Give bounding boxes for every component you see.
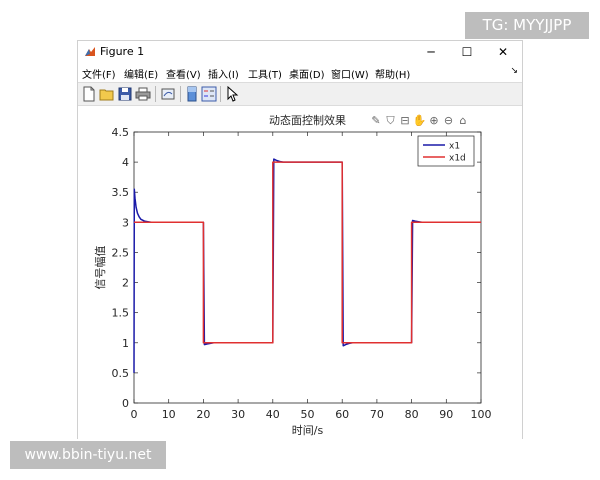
x-tick-label: 0 — [131, 408, 138, 421]
menu-edit[interactable]: 编辑(E) — [124, 66, 158, 81]
figure-window: Figure 1 ─ ☐ ✕ 文件(F) 编辑(E) 查看(V) 插入(I) 工… — [77, 40, 523, 440]
x-tick-label: 90 — [439, 408, 453, 421]
y-tick-label: 4.5 — [112, 126, 130, 139]
y-tick-label: 0 — [122, 397, 129, 410]
brush-icon: ✎ — [371, 114, 380, 127]
window-title: Figure 1 — [100, 45, 145, 58]
data-tips-icon: ⛉ — [386, 114, 395, 127]
x-tick-label: 60 — [335, 408, 349, 421]
y-tick-label: 3 — [122, 216, 129, 229]
insert-colorbar-icon[interactable] — [184, 86, 200, 102]
y-tick-label: 3.5 — [112, 186, 130, 199]
maximize-button[interactable]: ☐ — [450, 42, 484, 62]
pan-icon: ✋ — [413, 114, 427, 127]
close-button[interactable]: ✕ — [486, 42, 520, 62]
menu-window[interactable]: 窗口(W) — [331, 66, 369, 81]
title-bar: Figure 1 ─ ☐ ✕ — [78, 41, 522, 63]
zoom-in-icon: ⊕ — [429, 114, 438, 127]
x-tick-label: 30 — [231, 408, 245, 421]
x-axis-label: 时间/s — [292, 424, 324, 437]
open-file-icon[interactable] — [99, 86, 115, 102]
figure-toolbar — [78, 82, 522, 106]
link-plot-icon[interactable] — [160, 86, 176, 102]
watermark-top-right: TG: MYYJJPP — [465, 12, 589, 39]
legend-label-x1d: x1d — [449, 154, 466, 164]
insert-legend-icon[interactable] — [201, 86, 217, 102]
zoom-out-icon: ⊖ — [444, 114, 453, 127]
menu-bar: 文件(F) 编辑(E) 查看(V) 插入(I) 工具(T) 桌面(D) 窗口(W… — [78, 63, 522, 82]
x-tick-label: 70 — [370, 408, 384, 421]
plot-area: 动态面控制效果 ✎ ⛉ ⊟ ✋ ⊕ ⊖ ⌂ 0 10 20 30 40 50 60 70 80 90 100 0 0.5… — [78, 106, 522, 440]
x-tick-label: 100 — [471, 408, 492, 421]
x-tick-label: 50 — [301, 408, 315, 421]
chart-title: 动态面控制效果 — [269, 113, 346, 127]
menu-tools[interactable]: 工具(T) — [248, 66, 282, 81]
x-tick-label: 80 — [405, 408, 419, 421]
menu-insert[interactable]: 插入(I) — [208, 66, 239, 81]
watermark-bottom-left: www.bbin-tiyu.net — [10, 441, 166, 469]
y-tick-label: 1 — [122, 337, 129, 350]
line-chart: 动态面控制效果 ✎ ⛉ ⊟ ✋ ⊕ ⊖ ⌂ 0 10 20 30 40 50 60 70 80 90 100 0 0.5… — [94, 113, 492, 437]
x-tick-label: 20 — [196, 408, 210, 421]
toolbar-separator — [155, 86, 156, 102]
y-tick-label: 2 — [122, 277, 129, 290]
x-tick-label: 10 — [162, 408, 176, 421]
y-axis-label: 信号幅值 — [94, 246, 107, 290]
plot-box — [133, 131, 482, 404]
pointer-icon[interactable] — [224, 86, 240, 102]
toolbar-separator — [220, 86, 221, 102]
y-tick-label: 0.5 — [112, 367, 130, 380]
x-tick-label: 40 — [266, 408, 280, 421]
new-figure-icon[interactable] — [81, 86, 97, 102]
menu-file[interactable]: 文件(F) — [82, 66, 116, 81]
print-icon[interactable] — [135, 86, 151, 102]
home-icon: ⌂ — [460, 114, 467, 127]
dock-arrow-icon[interactable]: ↘ — [510, 66, 518, 76]
menu-help[interactable]: 帮助(H) — [375, 66, 410, 81]
matlab-icon — [84, 46, 96, 58]
export-icon: ⊟ — [400, 114, 409, 127]
save-icon[interactable] — [117, 86, 133, 102]
menu-view[interactable]: 查看(V) — [166, 66, 201, 81]
menu-desktop[interactable]: 桌面(D) — [289, 66, 325, 81]
toolbar-separator — [180, 86, 181, 102]
y-tick-label: 4 — [122, 156, 129, 169]
y-tick-label: 1.5 — [112, 307, 130, 320]
legend-label-x1: x1 — [449, 142, 460, 152]
minimize-button[interactable]: ─ — [414, 42, 448, 62]
y-tick-label: 2.5 — [112, 246, 130, 259]
